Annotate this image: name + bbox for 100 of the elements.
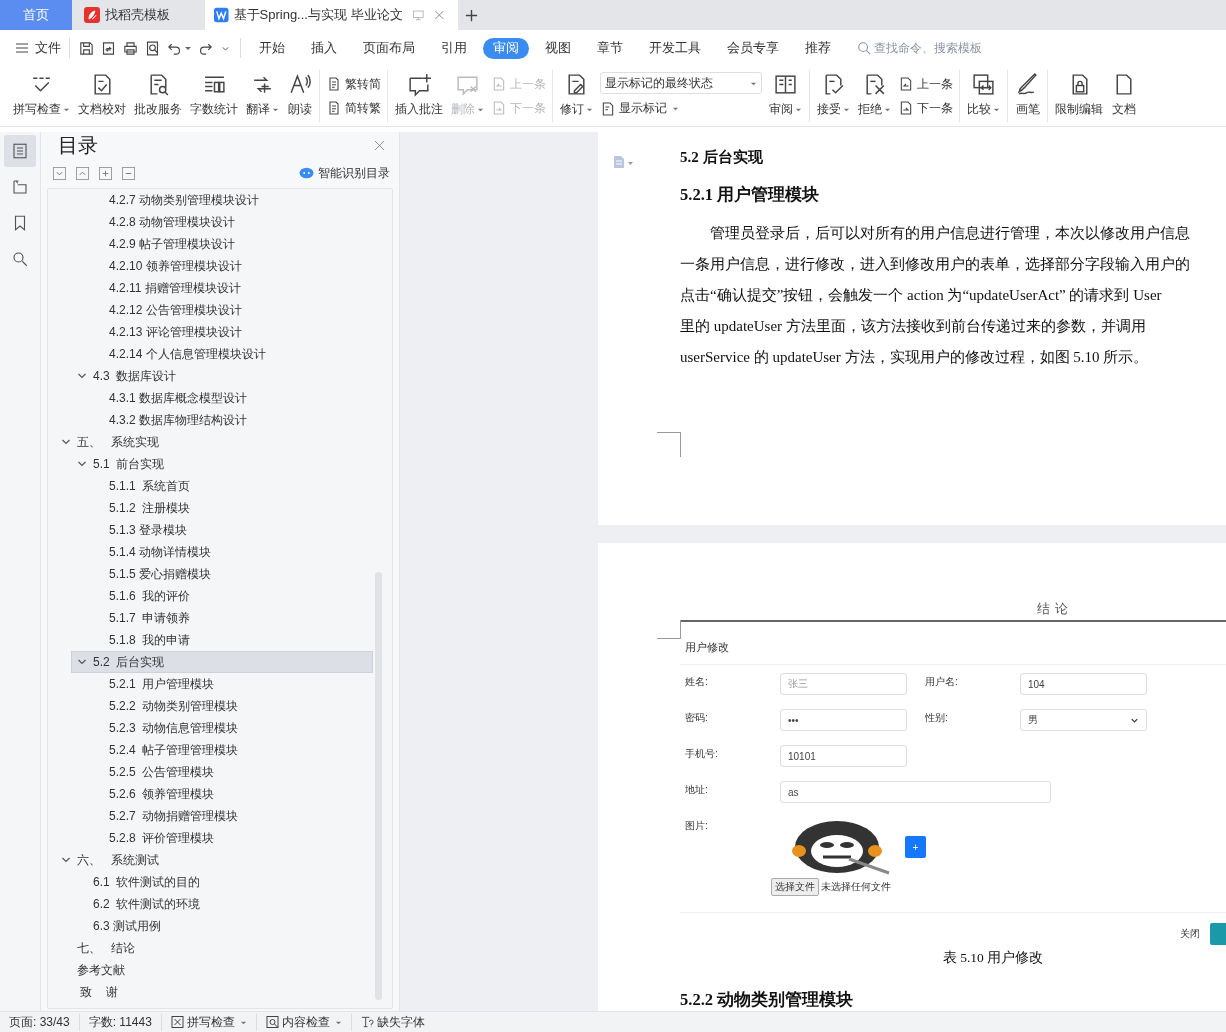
collapse-icon[interactable] xyxy=(76,166,89,180)
ribbon-button[interactable]: 审阅 xyxy=(766,70,805,122)
toc-item[interactable]: 4.2.8 动物管理模块设计 xyxy=(87,211,373,233)
toc-item[interactable]: 4.3 数据库设计 xyxy=(71,365,373,387)
chevron-icon xyxy=(60,855,71,865)
ribbon-button[interactable]: 插入批注 xyxy=(392,70,446,122)
sidebar-tool[interactable] xyxy=(4,135,36,167)
toc-item[interactable]: 5.1.7 申请领养 xyxy=(87,607,373,629)
ribbon-button[interactable]: 翻译 xyxy=(243,70,282,122)
toc-item[interactable]: 6.2 软件测试的环境 xyxy=(71,893,373,915)
toc-item[interactable]: 4.2.9 帖子管理模块设计 xyxy=(87,233,373,255)
toc-item[interactable]: 5.2.7 动物捐赠管理模块 xyxy=(87,805,373,827)
toc-item[interactable]: 5.1 前台实现 xyxy=(71,453,373,475)
smart-toc-button[interactable]: 智能识别目录 xyxy=(299,164,390,182)
document-tab[interactable]: 找稻壳模板 xyxy=(72,0,205,30)
toc-item[interactable]: 参考文献 xyxy=(55,959,373,981)
word-count[interactable]: 字数: 11443 xyxy=(79,1013,162,1031)
spell-check-button[interactable]: 拼写检查 xyxy=(161,1013,257,1031)
save-icon[interactable] xyxy=(78,39,95,57)
toc-item[interactable]: 5.1.5 爱心捐赠模块 xyxy=(87,563,373,585)
ribbon-button[interactable]: 下一条 xyxy=(898,99,953,117)
toc-item[interactable]: 6.1 软件测试的目的 xyxy=(71,871,373,893)
ribbon-button[interactable]: 比较 xyxy=(964,70,1003,122)
close-icon[interactable] xyxy=(374,139,385,151)
text-field[interactable]: 10101 xyxy=(780,745,907,767)
minus-icon[interactable] xyxy=(122,166,135,180)
ribbon-button[interactable]: 上一条 xyxy=(898,75,953,93)
toc-item[interactable]: 5.2.5 公告管理模块 xyxy=(87,761,373,783)
toc-item[interactable]: 5.2.1 用户管理模块 xyxy=(87,673,373,695)
menu-tab[interactable]: 开始 xyxy=(249,37,295,59)
file-menu[interactable]: 文件 xyxy=(0,38,70,58)
markup-dropdown[interactable]: 显示标记的最终状态 xyxy=(600,72,762,94)
paragraph-icon[interactable] xyxy=(613,155,635,169)
toc-item[interactable]: 5.1.4 动物详情模块 xyxy=(87,541,373,563)
toc-item[interactable]: 五、 系统实现 xyxy=(55,431,373,453)
ribbon-button[interactable]: 批改服务 xyxy=(131,70,185,122)
menu-tab[interactable]: 会员专享 xyxy=(717,37,789,59)
close-icon[interactable] xyxy=(433,8,446,22)
toc-item[interactable]: 5.1.1 系统首页 xyxy=(87,475,373,497)
ribbon-button[interactable]: 文档校对 xyxy=(75,70,129,122)
print-preview-icon[interactable] xyxy=(144,39,161,57)
add-button[interactable]: + xyxy=(905,836,926,858)
toc-item[interactable]: 5.1.6 我的评价 xyxy=(87,585,373,607)
text-field[interactable]: 104 xyxy=(1020,673,1147,695)
toc-item[interactable]: 4.3.1 数据库概念模型设计 xyxy=(87,387,373,409)
toc-item[interactable]: 5.2.3 动物信息管理模块 xyxy=(87,717,373,739)
document-arrow-icon[interactable] xyxy=(100,39,117,57)
plus-icon[interactable] xyxy=(99,166,112,180)
toc-item[interactable]: 4.2.13 评论管理模块设计 xyxy=(87,321,373,343)
ribbon-button[interactable]: 显示标记 xyxy=(600,100,762,117)
toc-item[interactable]: 4.2.14 个人信息管理模块设计 xyxy=(87,343,373,365)
page-count[interactable]: 页面: 33/43 xyxy=(0,1013,80,1031)
ribbon-button[interactable]: 字数统计 xyxy=(187,70,241,122)
ribbon-button[interactable]: 繁转简 xyxy=(326,75,381,93)
content-check-button[interactable]: 内容检查 xyxy=(256,1013,352,1031)
toc-item[interactable]: 5.1.8 我的申请 xyxy=(87,629,373,651)
toc-item[interactable]: 4.2.10 领养管理模块设计 xyxy=(87,255,373,277)
toc-item[interactable]: 4.2.7 动物类别管理模块设计 xyxy=(87,189,373,211)
toc-item[interactable]: 六、 系统测试 xyxy=(55,849,373,871)
ribbon-button[interactable]: 拼写检查 xyxy=(10,70,73,122)
ribbon-button[interactable]: 简转繁 xyxy=(326,99,381,117)
toc-item[interactable]: 5.1.3 登录模块 xyxy=(87,519,373,541)
ribbon-button[interactable]: 画笔 xyxy=(1012,70,1043,122)
new-tab-icon[interactable] xyxy=(464,7,479,23)
toc-item[interactable]: 4.2.12 公告管理模块设计 xyxy=(87,299,373,321)
menu-tab[interactable]: 插入 xyxy=(301,37,347,59)
print-icon[interactable] xyxy=(122,39,139,57)
toc-item[interactable]: 5.2.8 评价管理模块 xyxy=(87,827,373,849)
address-field[interactable]: as xyxy=(780,781,1051,803)
document-tab[interactable]: 基于Spring...与实现 毕业论文 xyxy=(205,0,458,30)
toc-item[interactable]: 5.2.2 动物类别管理模块 xyxy=(87,695,373,717)
menu-tab[interactable]: 推荐 xyxy=(795,37,841,59)
toc-item[interactable]: 4.3.2 数据库物理结构设计 xyxy=(87,409,373,431)
menu-tab[interactable]: 视图 xyxy=(535,37,581,59)
monitor-icon[interactable] xyxy=(411,8,425,22)
ribbon-button[interactable]: 文档 xyxy=(1108,70,1139,122)
toc-item[interactable]: 致 谢 xyxy=(55,981,373,1003)
ribbon-button[interactable]: 修订 xyxy=(557,70,596,122)
menu-tab[interactable]: 开发工具 xyxy=(639,37,711,59)
toc-item[interactable]: 七、 结论 xyxy=(55,937,373,959)
menu-tab[interactable]: 页面布局 xyxy=(353,37,425,59)
ribbon-button[interactable]: 朗读 xyxy=(284,70,315,122)
choose-file-button[interactable]: 选择文件 xyxy=(771,878,819,896)
menu-tab[interactable]: 引用 xyxy=(431,37,477,59)
caret-icon[interactable] xyxy=(184,44,192,52)
missing-fonts-button[interactable]: 缺失字体 xyxy=(351,1013,434,1031)
toc-item[interactable]: 4.2.11 捐赠管理模块设计 xyxy=(87,277,373,299)
select-field[interactable]: 男 xyxy=(1020,709,1147,731)
toc-item[interactable]: 5.2.6 领养管理模块 xyxy=(87,783,373,805)
close-button[interactable]: 关闭 xyxy=(1180,927,1200,941)
toc-item[interactable]: 5.2.4 帖子管理管理模块 xyxy=(87,739,373,761)
menu-tab[interactable]: 章节 xyxy=(587,37,633,59)
expand-icon[interactable] xyxy=(53,166,66,180)
password-field[interactable]: ••• xyxy=(780,709,907,731)
ribbon-button[interactable]: 接受 xyxy=(814,70,853,122)
toc-item[interactable]: 5.2 后台实现 xyxy=(71,651,373,673)
ribbon-button[interactable]: 限制编辑 xyxy=(1052,70,1106,122)
ribbon-button[interactable]: 拒绝 xyxy=(855,70,894,122)
toc-item[interactable]: 5.1.2 注册模块 xyxy=(87,497,373,519)
toc-item[interactable]: 6.3 测试用例 xyxy=(71,915,373,937)
